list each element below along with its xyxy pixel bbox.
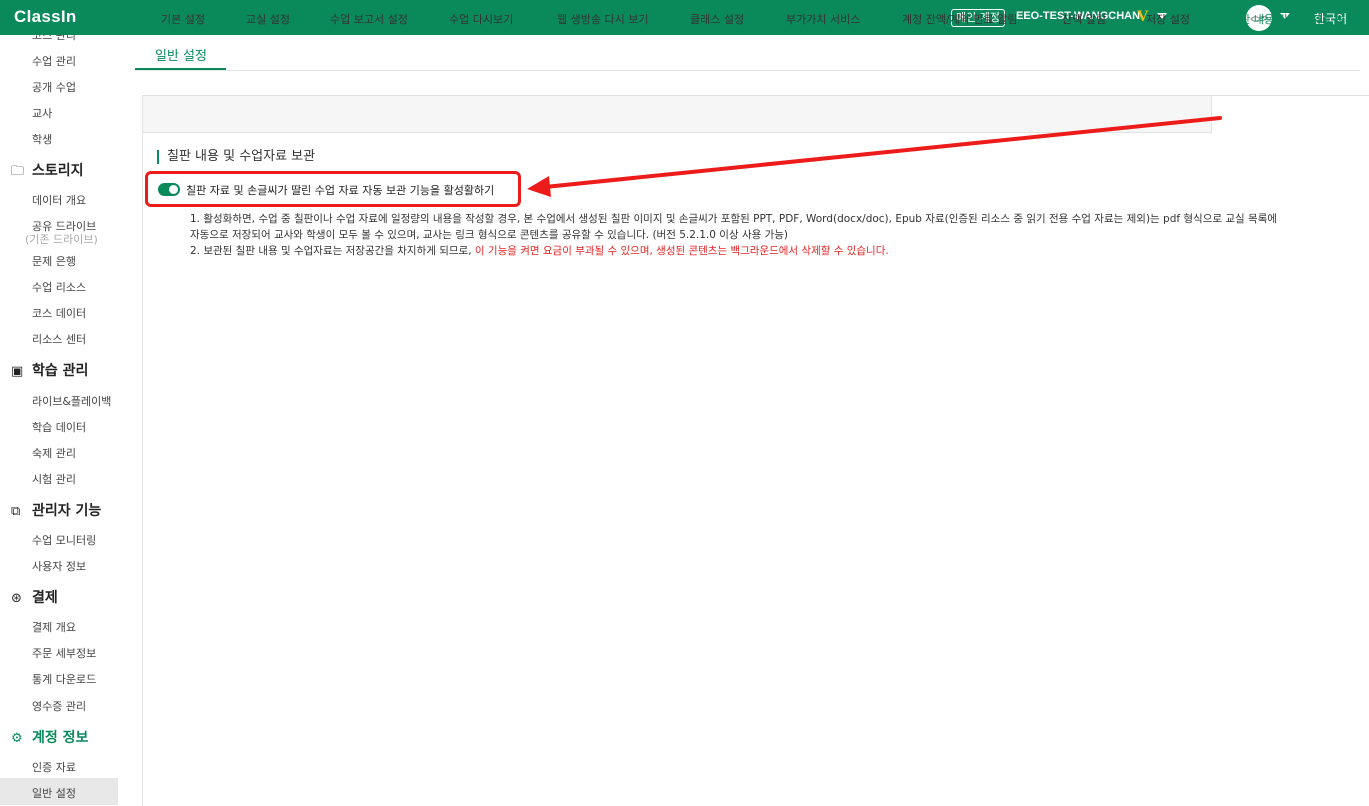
- subtab-class-replay[interactable]: 수업 다시보기: [449, 11, 513, 27]
- sidebar-item-learning-data[interactable]: 학습 데이터: [32, 419, 86, 435]
- folder-icon: 🗀: [11, 164, 25, 179]
- toggle-knob: [169, 185, 178, 194]
- note-line-1: 1. 활성화하면, 수업 중 칠판이나 수업 자료에 일정량의 내용을 작성할 …: [190, 213, 1278, 225]
- sidebar-section-account-label: 계정 정보: [32, 730, 89, 746]
- subtab-board-archive[interactable]: 칠판 내용 및 수업자료 보관: [1230, 11, 1355, 27]
- subtab-class-settings[interactable]: 클래스 설정: [690, 11, 744, 27]
- sidebar-section-learning[interactable]: ▣ 학습 관리: [11, 360, 88, 380]
- yen-icon: ⊛: [11, 591, 22, 606]
- sub-tab-bar: [143, 96, 1369, 133]
- sidebar-section-account[interactable]: ⚙ 계정 정보: [11, 727, 88, 747]
- sidebar-item-class-monitoring[interactable]: 수업 모니터링: [32, 532, 96, 548]
- subtab-storage-settings[interactable]: 저장 설정: [1146, 11, 1190, 27]
- auto-archive-toggle-label: 칠판 자료 및 손글씨가 딸린 수업 자료 자동 보관 기능을 활성활하기: [186, 184, 495, 197]
- section-title: 칠판 내용 및 수업자료 보관: [157, 150, 315, 164]
- classin-logo[interactable]: ClassIn: [14, 7, 77, 27]
- sidebar-section-payment[interactable]: ⊛ 결제: [11, 587, 58, 607]
- subtab-balance-contract-alerts[interactable]: 계정 잔액/계약 만료 알림: [902, 11, 1017, 27]
- sidebar-item-class-manage[interactable]: 수업 관리: [32, 53, 76, 69]
- sidebar: 코스 관리 수업 관리 공개 수업 교사 학생 🗀 스토리지 데이터 개요 공유 …: [0, 35, 123, 806]
- admin-icon: ⧉: [11, 504, 21, 519]
- subtab-webcast-replay[interactable]: 웹 생방송 다시 보기: [557, 11, 648, 27]
- sidebar-item-verification[interactable]: 인증 자료: [32, 759, 76, 775]
- sidebar-item-homework[interactable]: 숙제 관리: [32, 445, 76, 461]
- sidebar-item-user-info[interactable]: 사용자 정보: [32, 558, 86, 574]
- sidebar-item-teacher[interactable]: 교사: [32, 105, 52, 121]
- sidebar-section-storage[interactable]: 🗀 스토리지: [11, 160, 84, 180]
- subtab-classroom-settings[interactable]: 교실 설정: [246, 11, 290, 27]
- sidebar-section-learning-label: 학습 관리: [32, 363, 89, 379]
- subtab-balance-alerts[interactable]: 잔액 알림: [1062, 11, 1106, 27]
- sidebar-item-student[interactable]: 학생: [32, 131, 52, 147]
- tab-general-settings[interactable]: 일반 설정: [155, 45, 207, 64]
- sidebar-item-resource-center[interactable]: 리소스 센터: [32, 331, 86, 347]
- tab-divider: [135, 70, 1360, 71]
- sidebar-item-course-data[interactable]: 코스 데이터: [32, 305, 86, 321]
- sidebar-item-class-resources[interactable]: 수업 리소스: [32, 279, 86, 295]
- sidebar-item-question-bank[interactable]: 문제 은행: [32, 253, 76, 269]
- sidebar-item-data-overview[interactable]: 데이터 개요: [32, 192, 86, 208]
- note-line-2: 자동으로 저장되어 교사와 학생이 모두 볼 수 있으며, 교사는 링크 형식으…: [190, 229, 789, 241]
- sidebar-item-course-manage[interactable]: 코스 관리: [32, 35, 76, 43]
- note-line-3-warning: 이 기능을 켜면 요금이 부과될 수 있으며, 생성된 콘텐츠는 백그라운드에서…: [474, 245, 889, 257]
- sidebar-item-exam[interactable]: 시험 관리: [32, 471, 76, 487]
- note-line-3: 2. 보관된 칠판 내용 및 수업자료는 저장공간을 차지하게 되므로, 이 기…: [190, 243, 889, 258]
- subtab-report-settings[interactable]: 수업 보고서 설정: [330, 11, 408, 27]
- sidebar-section-admin-label: 관리자 기능: [32, 503, 102, 519]
- subtab-basic-settings[interactable]: 기본 설정: [161, 11, 205, 27]
- sidebar-item-live-playback[interactable]: 라이브&플레이백: [32, 393, 111, 409]
- id-card-icon: ▣: [11, 364, 24, 379]
- sidebar-section-storage-label: 스토리지: [32, 163, 84, 179]
- sidebar-item-legacy-drive-note: (기존 드라이브): [25, 233, 98, 246]
- sidebar-section-payment-label: 결제: [32, 590, 58, 606]
- sidebar-item-general-settings[interactable]: 일반 설정: [32, 785, 76, 801]
- sidebar-item-order-details[interactable]: 주문 세부정보: [32, 645, 96, 661]
- sidebar-item-open-class[interactable]: 공개 수업: [32, 79, 76, 95]
- auto-archive-toggle[interactable]: [158, 183, 180, 196]
- note-line-3-text: 2. 보관된 칠판 내용 및 수업자료는 저장공간을 차지하게 되므로,: [190, 245, 475, 257]
- subtab-value-added-services[interactable]: 부가가치 서비스: [786, 11, 860, 27]
- sub-tab-active-bg: [1211, 96, 1369, 134]
- sidebar-item-stats-download[interactable]: 통계 다운로드: [32, 671, 96, 687]
- gear-icon: ⚙: [11, 731, 23, 746]
- sidebar-item-payment-overview[interactable]: 결제 개요: [32, 619, 76, 635]
- sidebar-item-receipts[interactable]: 영수증 관리: [32, 698, 86, 714]
- sidebar-section-admin[interactable]: ⧉ 관리자 기능: [11, 500, 101, 520]
